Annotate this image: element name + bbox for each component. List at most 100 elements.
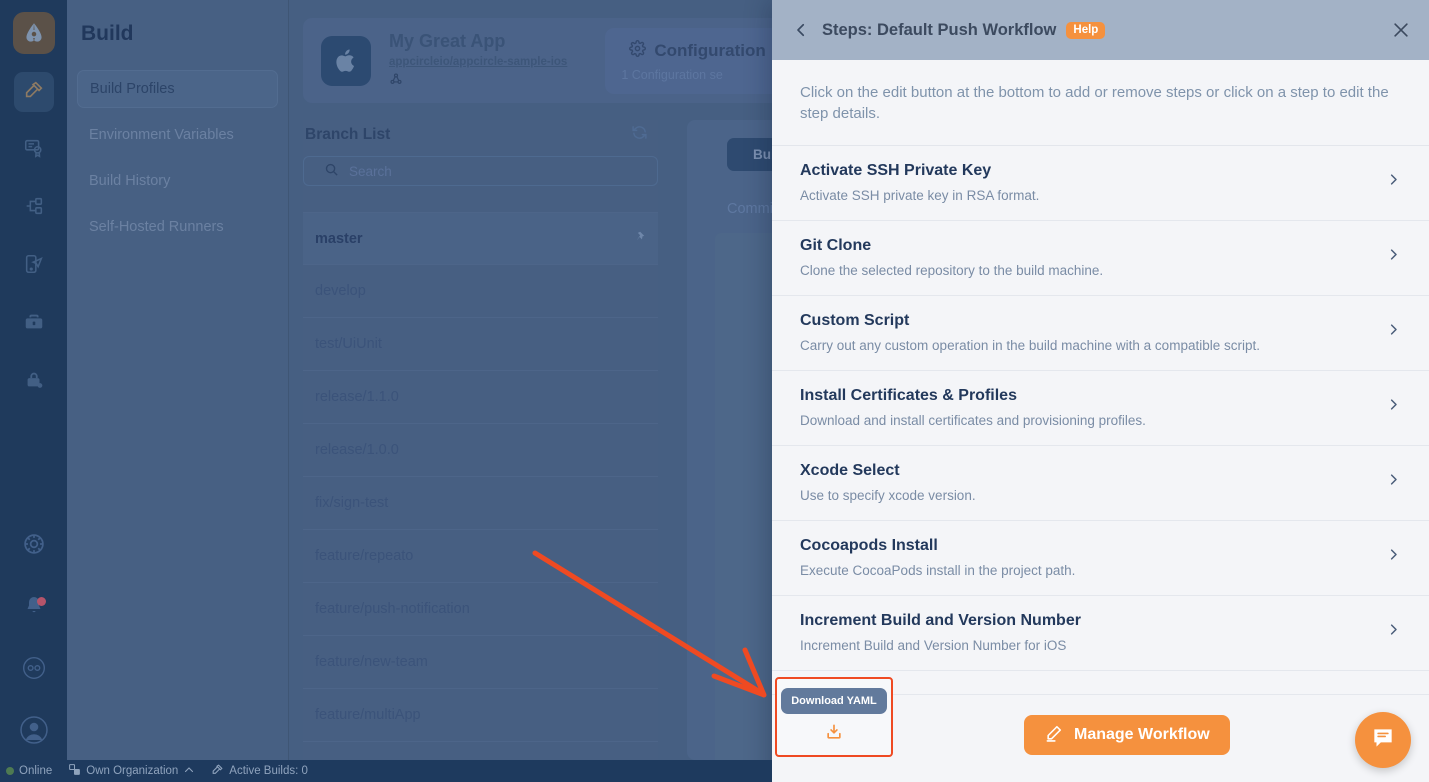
chat-support-button[interactable] [1355, 712, 1411, 768]
branch-list-panel: Branch List Search master develop test/U… [303, 120, 658, 760]
list-item[interactable]: release/1.0.0 [303, 424, 658, 477]
app-name: My Great App [389, 30, 506, 51]
steps-list: Activate SSH Private Key Activate SSH pr… [772, 146, 1429, 694]
search-placeholder: Search [349, 163, 392, 179]
steps-panel: Steps: Default Push Workflow Help Click … [772, 0, 1429, 782]
step-row[interactable]: Git Clone Clone the selected repository … [772, 221, 1429, 296]
manage-workflow-button[interactable]: Manage Workflow [1024, 715, 1230, 755]
distribution-icon [23, 195, 45, 222]
build-nav-list: Build Profiles Environment Variables Bui… [67, 70, 288, 246]
step-title: Xcode Select [800, 461, 900, 479]
nav-label: Build Profiles [90, 81, 175, 97]
branch-name: release/1.1.0 [315, 389, 399, 405]
step-text: Increment Build and Version Number Incre… [800, 612, 1081, 653]
list-item[interactable]: fix/sign-test [303, 477, 658, 530]
steps-panel-header: Steps: Default Push Workflow Help [772, 0, 1429, 60]
pin-icon[interactable] [632, 230, 646, 248]
branch-name: develop [315, 283, 366, 299]
close-icon[interactable] [1391, 20, 1411, 40]
branch-list-header: Branch List [303, 120, 658, 150]
step-row[interactable]: Activate SSH Private Key Activate SSH pr… [772, 146, 1429, 221]
list-item[interactable]: feature/repeato [303, 530, 658, 583]
step-title: Install Certificates & Profiles [800, 386, 1017, 404]
search-input[interactable]: Search [303, 156, 658, 186]
sidebar-item-settings[interactable] [14, 526, 54, 566]
sidebar-item-self-hosted-runners[interactable]: Self-Hosted Runners [77, 208, 278, 246]
help-badge[interactable]: Help [1066, 21, 1106, 39]
app-repo-link[interactable]: appcircleio/appcircle-sample-ios [389, 56, 567, 68]
sidebar-item-enterprise-app-store[interactable] [14, 362, 54, 402]
step-description: Use to specify xcode version. [800, 487, 976, 503]
branch-name: feature/new-team [315, 654, 428, 670]
sidebar-item-testing-distribution[interactable] [14, 246, 54, 286]
avatar-icon [18, 714, 50, 751]
refresh-icon[interactable] [631, 124, 648, 146]
hammer-icon [23, 79, 45, 106]
status-organization[interactable]: Own Organization [68, 763, 195, 779]
chat-bubble-icon [1370, 725, 1396, 756]
sidebar-item-store-submit[interactable] [14, 304, 54, 344]
step-text: Custom Script Carry out any custom opera… [800, 312, 1260, 353]
step-title: Cocoapods Install [800, 536, 938, 554]
chevron-left-icon[interactable] [790, 19, 812, 41]
apple-icon [321, 35, 371, 86]
status-active-builds-label: Active Builds: 0 [229, 765, 308, 777]
list-item[interactable]: feature/push-notification [303, 583, 658, 636]
steps-panel-footer: Download YAML Manage Workflow [772, 677, 1429, 782]
chevron-up-icon[interactable] [183, 764, 195, 779]
certificate-icon [23, 137, 45, 164]
sidebar-item-notifications[interactable] [14, 588, 54, 628]
step-description: Carry out any custom operation in the bu… [800, 337, 1260, 353]
sidebar-item-organization[interactable] [14, 650, 54, 690]
step-text: Activate SSH Private Key Activate SSH pr… [800, 162, 1039, 203]
nav-label: Self-Hosted Runners [89, 219, 224, 235]
rail-bottom-group [14, 504, 54, 782]
pencil-icon [1044, 723, 1064, 748]
sidebar-item-distribution[interactable] [14, 188, 54, 228]
branch-list-title: Branch List [305, 126, 391, 143]
status-bar: Online Own Organization Active Builds: 0 [0, 760, 772, 782]
status-organization-label: Own Organization [86, 765, 179, 777]
branch-name: feature/push-notification [315, 601, 470, 617]
status-online-label: Online [19, 765, 53, 777]
status-active-builds[interactable]: Active Builds: 0 [211, 763, 308, 779]
testing-distribution-icon [23, 253, 45, 280]
sidebar-item-build-profiles[interactable]: Build Profiles [77, 70, 278, 108]
chevron-right-icon [1386, 322, 1401, 342]
step-description: Increment Build and Version Number for i… [800, 637, 1067, 653]
list-item[interactable]: master [303, 212, 658, 265]
app-root: Build Build Profiles Environment Variabl… [0, 0, 1429, 782]
webhook-icon[interactable] [389, 72, 567, 91]
step-row[interactable]: Xcode Select Use to specify xcode versio… [772, 446, 1429, 521]
download-yaml-highlight: Download YAML [775, 677, 893, 757]
avatar[interactable] [14, 712, 54, 752]
step-title: Custom Script [800, 311, 910, 329]
list-item[interactable]: develop [303, 265, 658, 318]
step-row[interactable]: Cocoapods Install Execute CocoaPods inst… [772, 521, 1429, 596]
sidebar-item-signing-identities[interactable] [14, 130, 54, 170]
nav-label: Build History [89, 173, 171, 189]
app-meta: My Great App appcircleio/appcircle-sampl… [389, 31, 567, 91]
chevron-right-icon [1386, 547, 1401, 567]
gear-icon [21, 531, 47, 562]
step-row[interactable]: Increment Build and Version Number Incre… [772, 596, 1429, 671]
sidebar-item-build-history[interactable]: Build History [77, 162, 278, 200]
branch-name: master [315, 230, 363, 247]
step-title: Activate SSH Private Key [800, 161, 992, 179]
step-row[interactable]: Custom Script Carry out any custom opera… [772, 296, 1429, 371]
chevron-right-icon [1386, 247, 1401, 267]
appcircle-logo-icon[interactable] [12, 12, 55, 54]
step-title: Git Clone [800, 236, 872, 254]
sidebar-item-build[interactable] [13, 72, 54, 112]
list-item[interactable]: test/UiUnit [303, 318, 658, 371]
search-icon [324, 162, 339, 180]
step-row[interactable]: Install Certificates & Profiles Download… [772, 371, 1429, 446]
branch-name: fix/sign-test [315, 495, 389, 511]
list-item[interactable]: release/1.1.0 [303, 371, 658, 424]
sidebar-item-environment-variables[interactable]: Environment Variables [77, 116, 278, 154]
download-icon[interactable] [824, 722, 844, 747]
list-item[interactable]: feature/multiApp [303, 689, 658, 742]
online-dot-icon [6, 767, 14, 775]
list-item[interactable]: feature/new-team [303, 636, 658, 689]
step-text: Git Clone Clone the selected repository … [800, 237, 1103, 278]
